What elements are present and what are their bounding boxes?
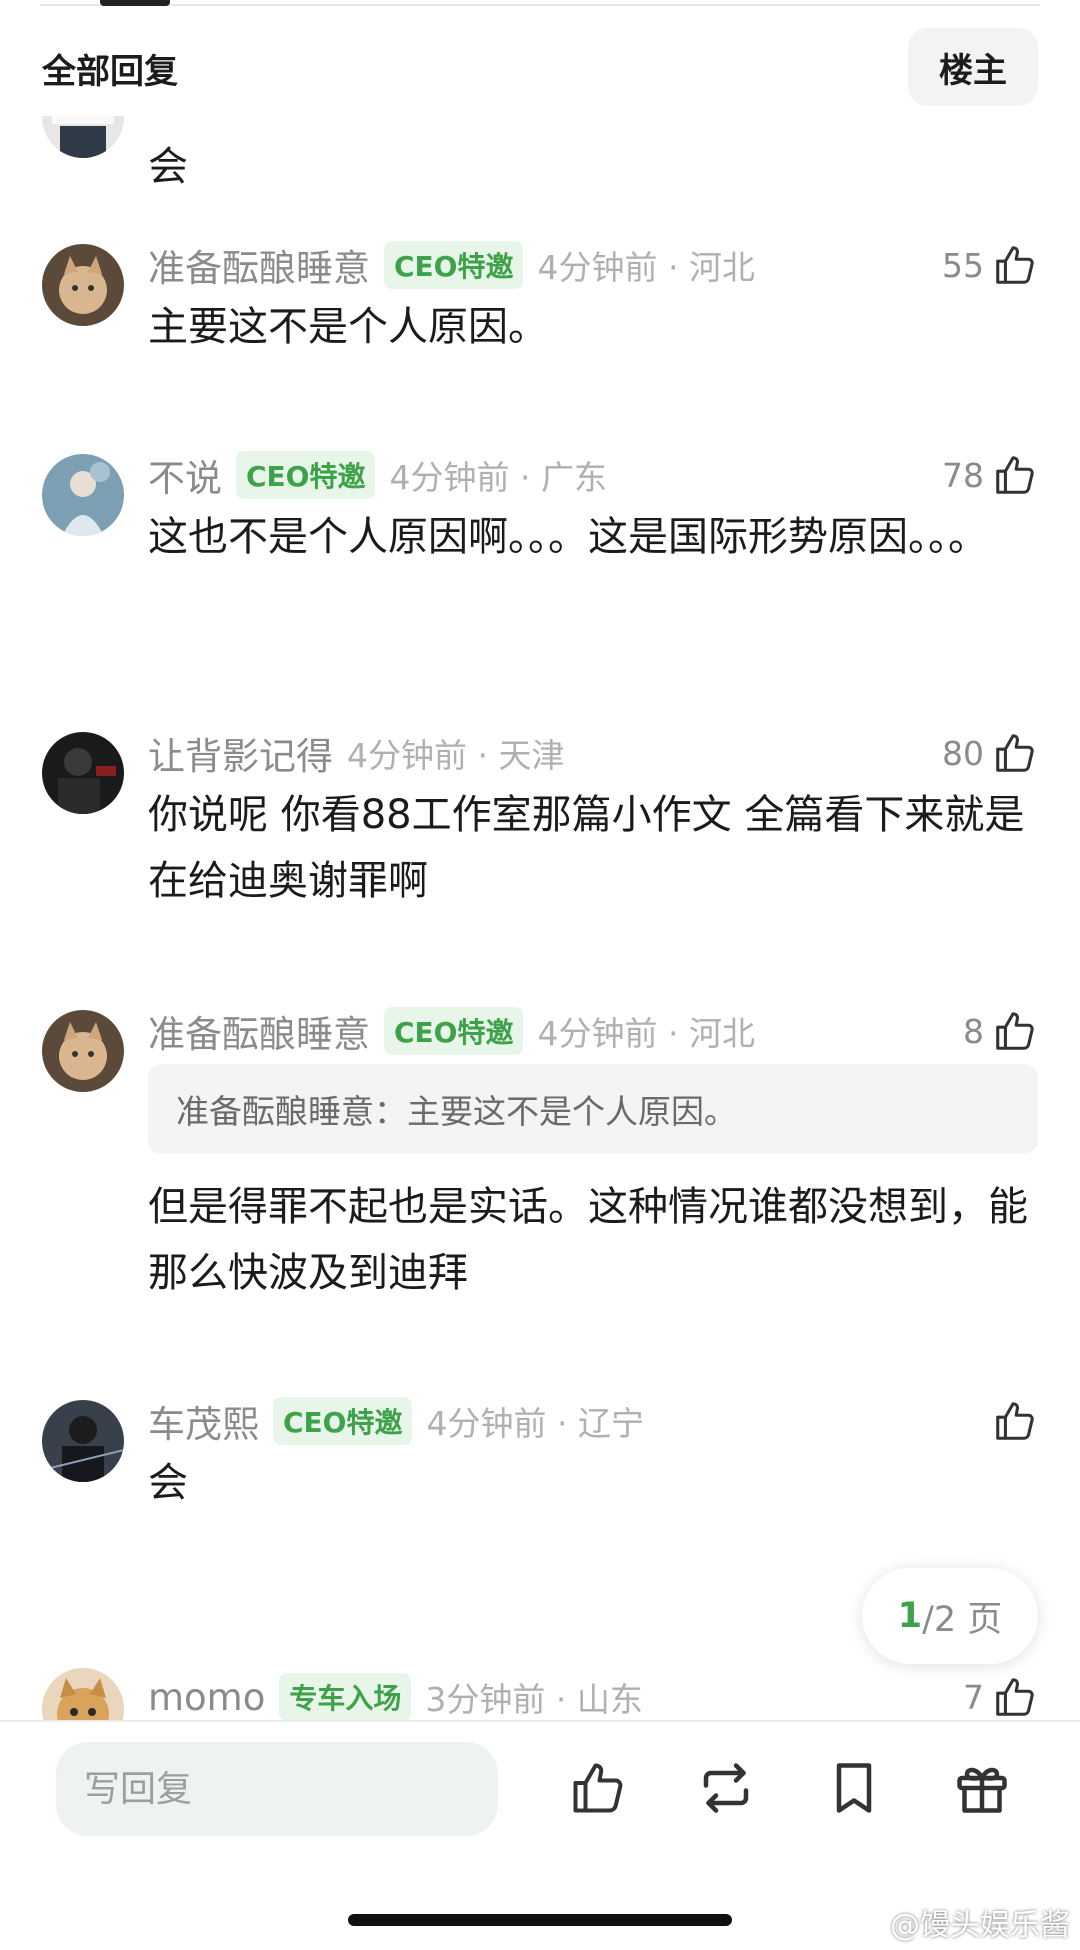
comment-text: 你说呢 你看88工作室那篇小作文 全篇看下来就是在给迪奥谢罪啊 [148, 792, 1025, 904]
comment-meta: 不说 CEO特邀 4分钟前 · 广东 [148, 450, 607, 500]
comment-item: 车茂熙 CEO特邀 4分钟前 · 辽宁 会 [0, 1396, 1080, 1556]
username[interactable]: 准备酝酿睡意 [148, 238, 370, 292]
thumbs-up-icon [996, 1012, 1034, 1050]
like-button[interactable] [992, 1396, 1038, 1446]
comment-list[interactable]: 会 准备酝酿睡意 CEO特邀 4分钟前 · 河北 55 主要这不是个人原因。 不… [0, 116, 1080, 1721]
username[interactable]: 不说 [148, 448, 222, 502]
timestamp-location: 4分钟前 · 辽宁 [426, 1404, 644, 1443]
comment-meta: 准备酝酿睡意 CEO特邀 4分钟前 · 河北 [148, 1006, 755, 1056]
comment-meta: 准备酝酿睡意 CEO特邀 4分钟前 · 河北 [148, 240, 755, 290]
username[interactable]: 准备酝酿睡意 [148, 1004, 370, 1058]
timestamp-location: 4分钟前 · 广东 [389, 458, 607, 497]
header: 全部回复 楼主 [0, 20, 1080, 130]
ceo-invite-badge: CEO特邀 [236, 451, 376, 499]
comment-meta: 让背影记得 4分钟前 · 天津 [148, 728, 564, 778]
comment-meta: momo 专车入场 3分钟前 · 山东 [148, 1672, 643, 1721]
comment-text: 会 [148, 144, 188, 190]
thumbs-up-icon [996, 246, 1034, 284]
timestamp-location: 4分钟前 · 河北 [537, 1014, 755, 1053]
like-button[interactable]: 8 [963, 1006, 1038, 1056]
like-button[interactable]: 7 [963, 1672, 1038, 1721]
page-title: 全部回复 [42, 52, 178, 92]
username[interactable]: 让背影记得 [148, 726, 333, 780]
comment-text: 会 [148, 1460, 188, 1506]
thumbs-up-icon [996, 734, 1034, 772]
username[interactable]: 车茂熙 [148, 1394, 259, 1448]
like-count: 78 [942, 455, 984, 495]
ceo-invite-badge: CEO特邀 [384, 241, 524, 289]
like-count: 55 [942, 245, 984, 285]
comment-item: 让背影记得 4分钟前 · 天津 80 你说呢 你看88工作室那篇小作文 全篇看下… [0, 728, 1080, 968]
thumbs-up-icon [996, 1678, 1034, 1716]
home-indicator [348, 1914, 732, 1926]
current-page: 1 [897, 1596, 923, 1636]
page-indicator[interactable]: 1 /2 页 [862, 1568, 1038, 1664]
timestamp-location: 4分钟前 · 天津 [347, 736, 565, 775]
ceo-invite-badge: CEO特邀 [273, 1397, 413, 1445]
like-button[interactable]: 78 [942, 450, 1038, 500]
top-handle [100, 0, 170, 6]
comment-text: 主要这不是个人原因。 [148, 304, 548, 350]
quoted-reply[interactable]: 准备酝酿睡意：主要这不是个人原因。 [148, 1064, 1038, 1154]
avatar[interactable] [42, 116, 124, 158]
timestamp-location: 4分钟前 · 河北 [537, 248, 755, 287]
avatar[interactable] [42, 732, 124, 814]
like-button[interactable]: 55 [942, 240, 1038, 290]
thumbs-up-icon [996, 1402, 1034, 1440]
watermark: @馒头娱乐酱 [890, 1908, 1070, 1943]
gift-icon[interactable] [952, 1758, 1012, 1818]
comment-meta: 车茂熙 CEO特邀 4分钟前 · 辽宁 [148, 1396, 644, 1446]
comment-item: 准备酝酿睡意 CEO特邀 4分钟前 · 河北 8 准备酝酿睡意：主要这不是个人原… [0, 1006, 1080, 1346]
username[interactable]: momo [148, 1676, 265, 1719]
comment-item: 准备酝酿睡意 CEO特邀 4分钟前 · 河北 55 主要这不是个人原因。 [0, 240, 1080, 420]
reply-input[interactable] [56, 1742, 498, 1836]
thumbs-up-icon [996, 456, 1034, 494]
like-count: 8 [963, 1011, 984, 1051]
comment-item: 不说 CEO特邀 4分钟前 · 广东 78 这也不是个人原因啊。。。这是国际形势… [0, 450, 1080, 690]
avatar[interactable] [42, 244, 124, 326]
avatar[interactable] [42, 1400, 124, 1482]
special-entry-badge: 专车入场 [279, 1673, 412, 1721]
bottom-action-bar: @馒头娱乐酱 [0, 1722, 1080, 1950]
timestamp-location: 3分钟前 · 山东 [425, 1680, 643, 1719]
avatar[interactable] [42, 1668, 124, 1721]
like-count: 7 [963, 1677, 984, 1717]
comment-text: 这也不是个人原因啊。。。这是国际形势原因。。。 [148, 514, 988, 560]
ceo-invite-badge: CEO特邀 [384, 1007, 524, 1055]
total-pages: /2 页 [922, 1599, 1003, 1640]
thumbs-up-icon[interactable] [568, 1758, 628, 1818]
bookmark-icon[interactable] [824, 1758, 884, 1818]
avatar[interactable] [42, 1010, 124, 1092]
top-divider [40, 4, 1040, 6]
comment-item: momo 专车入场 3分钟前 · 山东 7 [0, 1668, 1080, 1721]
avatar[interactable] [42, 454, 124, 536]
owner-only-button[interactable]: 楼主 [908, 28, 1038, 106]
like-count: 80 [942, 733, 984, 773]
like-button[interactable]: 80 [942, 728, 1038, 778]
repost-icon[interactable] [696, 1758, 756, 1818]
comment-item: 会 [0, 116, 1080, 236]
comment-text: 但是得罪不起也是实话。这种情况谁都没想到，能那么快波及到迪拜 [148, 1184, 1028, 1296]
